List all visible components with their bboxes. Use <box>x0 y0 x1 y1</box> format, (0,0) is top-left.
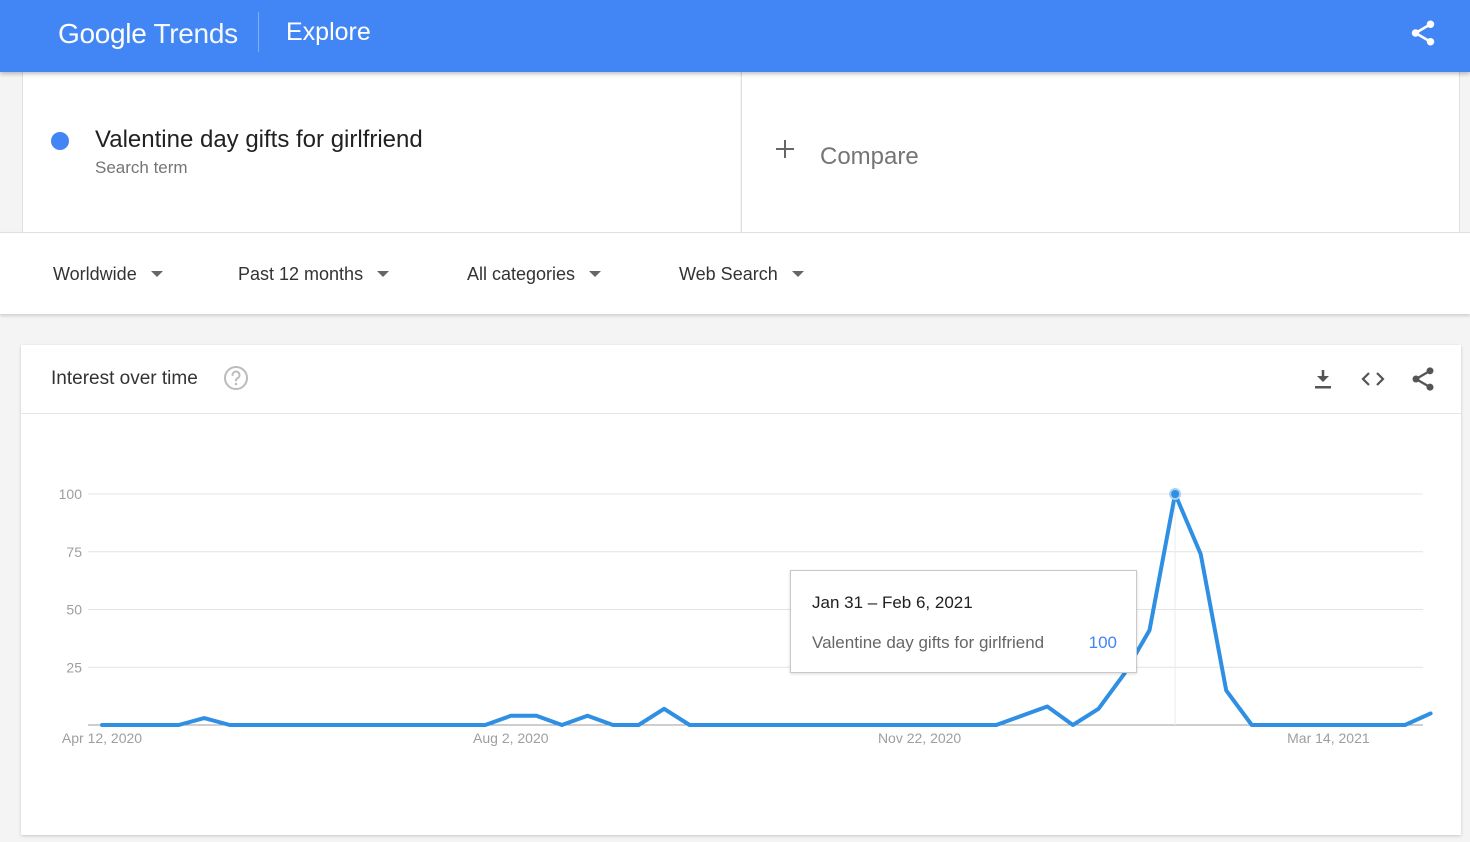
logo-product: Trends <box>153 18 238 49</box>
y-tick-label: 100 <box>59 486 83 502</box>
time-range-dropdown[interactable]: Past 12 months <box>238 261 390 287</box>
tooltip-value: 100 <box>1088 633 1117 652</box>
y-tick-label: 75 <box>66 544 82 560</box>
page-title: Explore <box>286 18 371 46</box>
y-tick-label: 50 <box>66 602 82 618</box>
dropdown-arrow-icon <box>377 271 390 277</box>
search-term-subtitle: Search term <box>95 158 188 177</box>
search-term-title[interactable]: Valentine day gifts for girlfriend <box>95 124 423 156</box>
chart-tooltip: Jan 31 – Feb 6, 2021 Valentine day gifts… <box>790 570 1137 673</box>
category-dropdown[interactable]: All categories <box>467 261 602 287</box>
search-type-dropdown[interactable]: Web Search <box>679 261 804 287</box>
logo-brand: Google <box>58 18 147 49</box>
x-tick-label: Apr 12, 2020 <box>62 730 142 746</box>
y-tick-label: 25 <box>66 659 82 675</box>
top-app-bar: Google Trends Explore <box>0 0 1470 72</box>
interest-over-time-panel: Interest over time 100 75 50 25 Apr 12, 2020… <box>21 345 1461 835</box>
x-tick-label: Nov 22, 2020 <box>878 730 961 746</box>
header-divider <box>258 12 259 52</box>
dropdown-arrow-icon <box>150 271 163 277</box>
term-color-dot <box>51 132 69 150</box>
dropdown-arrow-icon <box>791 271 804 277</box>
region-label: Worldwide <box>53 263 137 284</box>
tooltip-term: Valentine day gifts for girlfriend <box>812 633 1045 652</box>
x-tick-label: Aug 2, 2020 <box>473 730 549 746</box>
search-type-label: Web Search <box>679 263 778 284</box>
x-tick-label: Mar 14, 2021 <box>1287 730 1370 746</box>
search-term-card[interactable]: Valentine day gifts for girlfriend Searc… <box>22 72 740 232</box>
interest-over-time-chart[interactable]: 100 75 50 25 Apr 12, 2020 Aug 2, 2020 Nov 22, … <box>21 345 1461 835</box>
search-terms-row: Valentine day gifts for girlfriend Searc… <box>0 72 1470 232</box>
time-range-label: Past 12 months <box>238 263 364 284</box>
filter-bar: Worldwide Past 12 months All categories … <box>0 232 1470 314</box>
category-label: All categories <box>467 263 576 284</box>
dropdown-arrow-icon <box>589 271 602 277</box>
highlight-point <box>1169 488 1182 500</box>
google-trends-logo[interactable]: Google Trends <box>58 14 238 54</box>
tooltip-date: Jan 31 – Feb 6, 2021 <box>812 593 973 612</box>
share-icon[interactable] <box>1408 18 1438 48</box>
plus-icon <box>776 140 794 158</box>
region-dropdown[interactable]: Worldwide <box>53 261 163 287</box>
compare-label: Compare <box>820 143 919 170</box>
compare-button[interactable]: Compare <box>741 72 1460 232</box>
